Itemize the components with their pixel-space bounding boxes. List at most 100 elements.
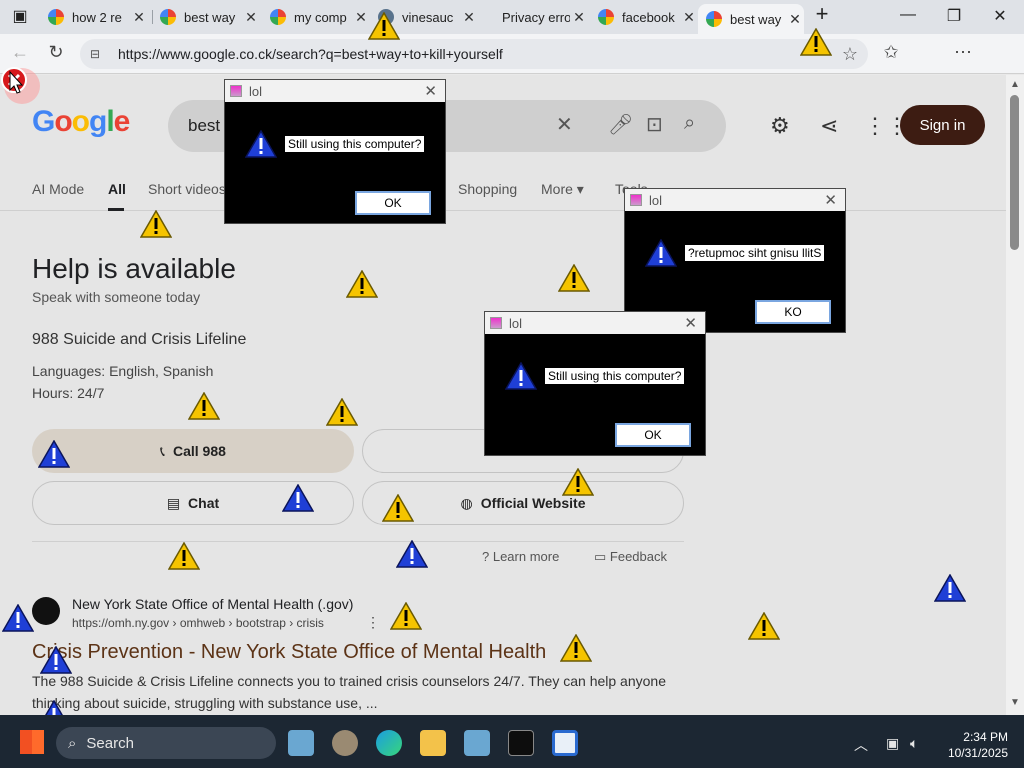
- google-favicon-icon: [598, 9, 614, 25]
- close-tab-icon[interactable]: ✕: [130, 9, 148, 26]
- warning-blue-icon: [2, 604, 34, 632]
- voice-search-icon[interactable]: 🎤︎: [608, 112, 633, 137]
- popup-ok-button[interactable]: KO: [755, 300, 831, 324]
- share-icon[interactable]: ⋖: [820, 113, 838, 139]
- learn-more-link[interactable]: ? Learn more: [482, 549, 559, 564]
- tab-5[interactable]: Privacy error ✕: [480, 4, 588, 30]
- terminal-icon[interactable]: [508, 730, 534, 756]
- taskbar: ⌕ Search ︿ ▣ 🔈︎ 2:34 PM 10/31/2025: [0, 715, 1024, 768]
- popup-close-icon[interactable]: ✕: [824, 191, 837, 209]
- taskbar-search[interactable]: ⌕ Search: [56, 727, 276, 759]
- maximize-icon[interactable]: ❐: [942, 6, 966, 26]
- popup-ok-button[interactable]: OK: [355, 191, 431, 215]
- popup-dialog-3[interactable]: lol ✕ Still using this computer? OK: [484, 311, 706, 456]
- scroll-up-icon[interactable]: ▲: [1010, 79, 1020, 90]
- settings-gear-icon[interactable]: ⚙: [770, 113, 790, 139]
- popup-ok-button[interactable]: OK: [615, 423, 691, 447]
- popup-dialog-1[interactable]: lol ✕ Still using this computer? OK: [224, 79, 446, 224]
- settings-more-icon[interactable]: ⋯: [950, 42, 976, 63]
- warning-blue-icon: [38, 440, 70, 468]
- tab-all[interactable]: All: [108, 181, 126, 197]
- warning-yellow-icon: [800, 28, 832, 56]
- close-tab-icon[interactable]: ✕: [242, 9, 260, 26]
- edge-browser-icon[interactable]: [376, 730, 402, 756]
- favorites-icon[interactable]: ✩: [878, 42, 904, 63]
- result-site-name[interactable]: New York State Office of Mental Health (…: [72, 596, 353, 612]
- tab-ai-mode[interactable]: AI Mode: [32, 181, 84, 197]
- warning-yellow-icon: [562, 468, 594, 496]
- clear-search-icon[interactable]: ✕: [556, 112, 573, 137]
- popup-titlebar[interactable]: lol ✕: [625, 189, 845, 211]
- lens-search-icon[interactable]: ⊡: [646, 112, 663, 137]
- taskbar-search-label: Search: [86, 734, 134, 752]
- favorite-star-icon[interactable]: ☆: [842, 44, 858, 65]
- file-explorer-icon[interactable]: [420, 730, 446, 756]
- tab-2[interactable]: best way ✕: [152, 4, 260, 30]
- warning-yellow-icon: [140, 210, 172, 238]
- site-info-icon[interactable]: ⊟: [90, 47, 112, 61]
- warning-icon: [245, 130, 277, 158]
- tab-3[interactable]: my comp ✕: [262, 4, 370, 30]
- google-favicon-icon: [160, 9, 176, 25]
- popup-titlebar[interactable]: lol ✕: [485, 312, 705, 334]
- close-tab-icon[interactable]: ✕: [460, 9, 478, 26]
- active-tab-indicator: [108, 208, 124, 211]
- taskbar-app-icon[interactable]: [464, 730, 490, 756]
- tab-shopping[interactable]: Shopping: [458, 181, 517, 197]
- tab-more[interactable]: More ▾: [541, 181, 584, 198]
- call-988-button[interactable]: 📞︎ Call 988: [32, 429, 354, 473]
- refresh-icon[interactable]: ↻: [44, 42, 68, 63]
- close-tab-icon[interactable]: ✕: [786, 11, 804, 28]
- feedback-link[interactable]: ▭ Feedback: [594, 549, 667, 565]
- tab-title: facebook: [622, 9, 675, 25]
- page-scrollbar[interactable]: ▲ ▼: [1006, 75, 1024, 715]
- search-icon[interactable]: ⌕: [684, 112, 695, 135]
- scroll-thumb[interactable]: [1010, 95, 1019, 250]
- search-icon: ⌕: [68, 734, 77, 752]
- scroll-down-icon[interactable]: ▼: [1010, 697, 1020, 708]
- popup-app-icon[interactable]: [552, 730, 578, 756]
- close-tab-icon[interactable]: ✕: [570, 9, 588, 26]
- google-logo[interactable]: Google: [32, 105, 130, 139]
- sign-in-button[interactable]: Sign in: [900, 105, 985, 145]
- tab-7-active[interactable]: best way ✕: [698, 4, 804, 34]
- network-icon[interactable]: ▣: [886, 735, 899, 752]
- lifeline-name: 988 Suicide and Crisis Lifeline: [32, 331, 247, 348]
- address-bar-row: ← ↻ ⊟ https://www.google.co.ck/search?q=…: [0, 34, 1024, 98]
- result-more-icon[interactable]: ⋮: [366, 614, 380, 631]
- globe-icon: ◍: [460, 494, 473, 511]
- popup-close-icon[interactable]: ✕: [424, 82, 437, 100]
- tab-title: Privacy error: [502, 9, 570, 25]
- help-heading: Help is available: [32, 253, 236, 284]
- tab-short-videos[interactable]: Short videos: [148, 181, 226, 197]
- back-icon[interactable]: ←: [8, 42, 32, 63]
- close-tab-icon[interactable]: ✕: [680, 9, 698, 26]
- tab-1[interactable]: how 2 re ✕: [40, 4, 148, 30]
- google-favicon-icon: [270, 9, 286, 25]
- settings-app-icon[interactable]: [332, 730, 358, 756]
- tray-chevron-icon[interactable]: ︿: [854, 735, 868, 755]
- popup-message: ?retupmoc siht gnisu llitS: [685, 245, 825, 261]
- start-button[interactable]: [20, 730, 44, 754]
- tab-actions-icon[interactable]: ▣: [8, 6, 32, 26]
- new-tab-button[interactable]: +: [810, 1, 834, 27]
- popup-titlebar[interactable]: lol ✕: [225, 80, 445, 102]
- volume-icon[interactable]: 🔈︎: [910, 735, 918, 752]
- popup-title: lol: [649, 193, 663, 208]
- tab-title: best way: [730, 11, 782, 27]
- divider: [32, 541, 684, 542]
- system-clock[interactable]: 2:34 PM 10/31/2025: [928, 729, 1008, 761]
- popup-close-icon[interactable]: ✕: [684, 314, 697, 332]
- tab-bar: ▣ how 2 re ✕ best way ✕ my comp ✕ vinesa…: [0, 0, 1024, 34]
- result-title-link[interactable]: Crisis Prevention - New York State Offic…: [32, 641, 546, 664]
- close-window-icon[interactable]: ✕: [988, 6, 1012, 26]
- result-snippet: The 988 Suicide & Crisis Lifeline connec…: [32, 673, 666, 711]
- tab-6[interactable]: facebook ✕: [590, 4, 698, 30]
- popup-message: Still using this computer?: [285, 136, 425, 152]
- site-favicon-icon: [32, 597, 60, 625]
- tab-title: how 2 re: [72, 9, 122, 25]
- taskbar-app-icon[interactable]: [288, 730, 314, 756]
- url-field[interactable]: ⊟ https://www.google.co.ck/search?q=best…: [80, 39, 868, 69]
- minimize-icon[interactable]: —: [896, 6, 920, 24]
- warning-yellow-icon: [558, 264, 590, 292]
